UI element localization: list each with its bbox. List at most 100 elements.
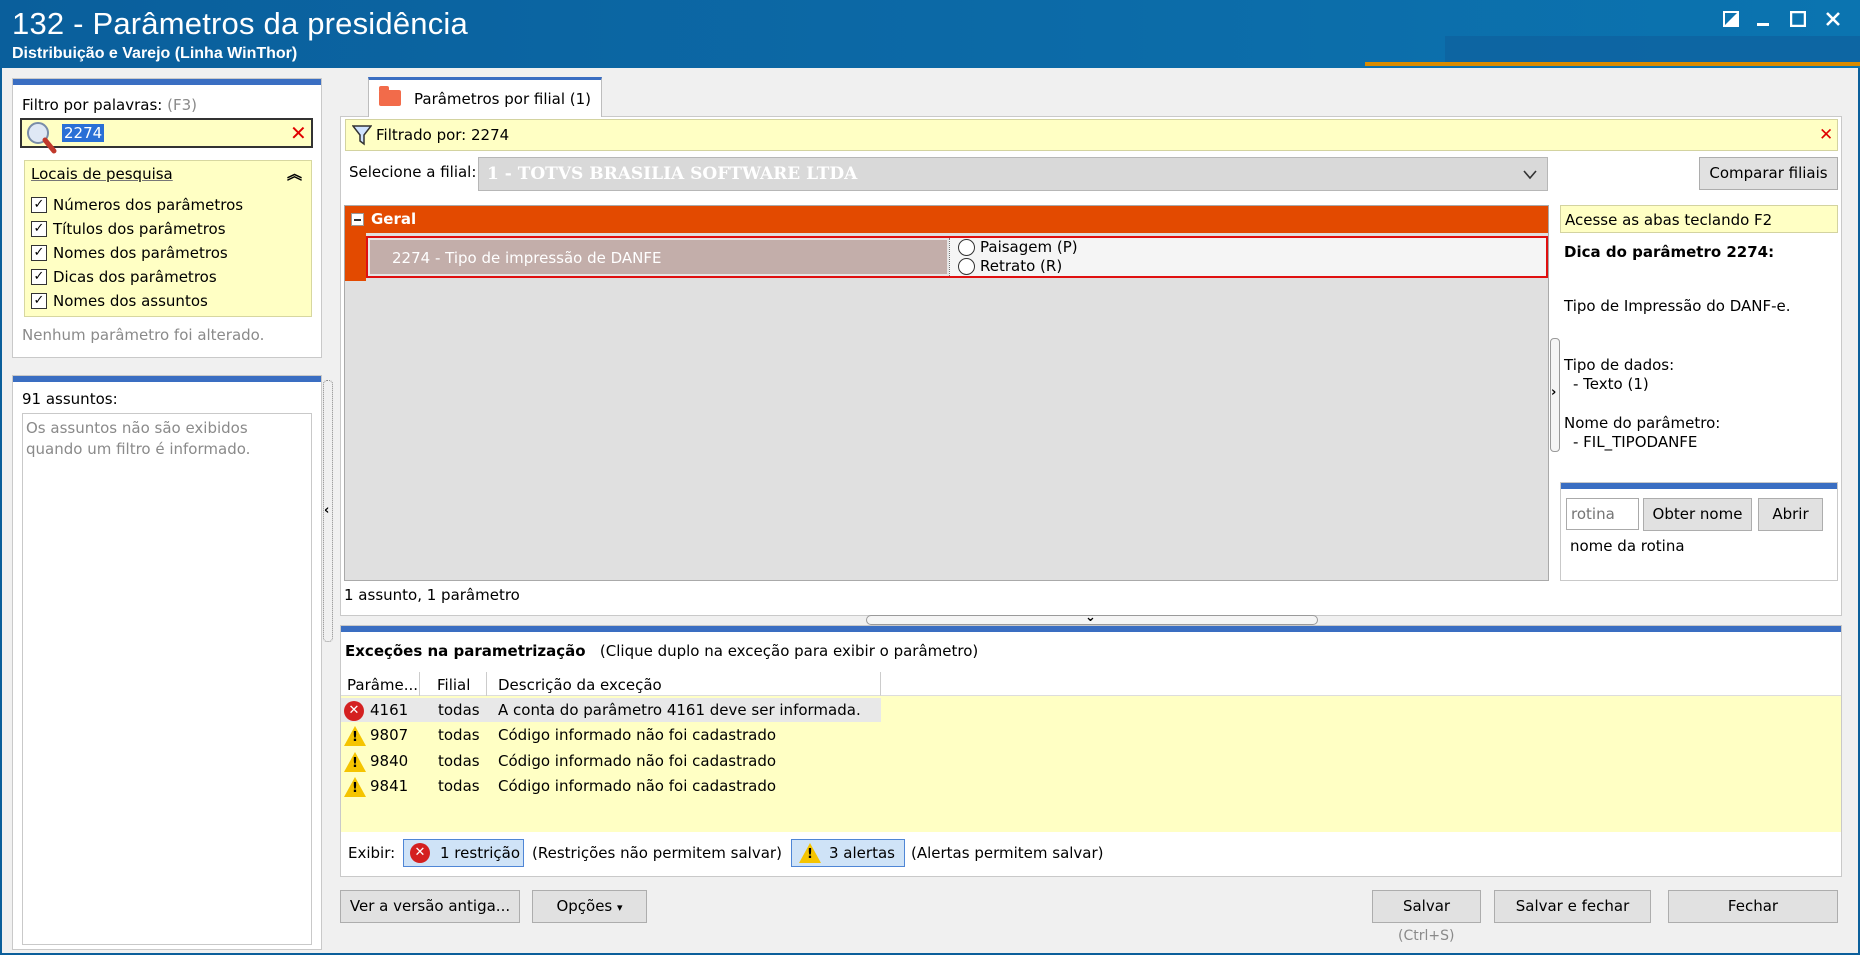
collapse-group-icon[interactable]: [351, 213, 364, 226]
rotina-input[interactable]: [1566, 498, 1639, 530]
excecoes-panel: Exceções na parametrização (Clique duplo…: [340, 625, 1842, 877]
filial-value: 1 - TOTVS BRASILIA SOFTWARE LTDA: [487, 164, 858, 184]
obter-nome-button[interactable]: Obter nome: [1643, 498, 1752, 531]
tip-hint: Acesse as abas teclando F2: [1565, 211, 1773, 229]
group-indent: [345, 233, 366, 281]
rotina-panel: [1560, 482, 1838, 581]
radio-retrato[interactable]: [958, 258, 975, 275]
locais-title: Locais de pesquisa: [31, 165, 173, 183]
title-accent-line: [1365, 62, 1860, 66]
salvar-shortcut: (Ctrl+S): [1398, 928, 1455, 944]
checkbox-icon[interactable]: ✓: [31, 221, 47, 237]
fechar-button[interactable]: Fechar: [1668, 890, 1838, 923]
rotina-name-label: nome da rotina: [1570, 537, 1685, 555]
warning-icon: !: [799, 843, 821, 863]
filter-shortcut: (F3): [167, 96, 198, 114]
tip-paramname-label: Nome do parâmetro:: [1564, 414, 1721, 432]
clear-filter-icon[interactable]: ✕: [290, 121, 307, 145]
opcoes-button[interactable]: Opções ▾: [532, 890, 647, 923]
assuntos-count: 91 assuntos:: [22, 390, 118, 408]
table-row[interactable]: ! 9807 todas Código informado não foi ca…: [341, 723, 1841, 747]
error-icon: ✕: [410, 843, 430, 863]
option-paisagem: Paisagem (P): [980, 238, 1078, 256]
parametros-grid: Geral 2274 - Tipo de impressão de DANFE …: [344, 205, 1549, 581]
title-bar: 132 - Parâmetros da presidência Distribu…: [0, 0, 1860, 68]
chevron-down-icon: [1523, 170, 1537, 180]
search-icon: [27, 122, 57, 154]
salvar-e-fechar-button[interactable]: Salvar e fechar: [1494, 890, 1651, 923]
checkbox-icon[interactable]: ✓: [31, 269, 47, 285]
assuntos-message: Os assuntos não são exibidos quando um f…: [26, 419, 251, 458]
maximize-icon[interactable]: [1785, 8, 1811, 30]
collapse-left-icon[interactable]: ‹: [324, 503, 329, 518]
excecoes-table: Parâme... Filial Descrição da exceção ✕ …: [341, 672, 1841, 832]
param-row-2274[interactable]: 2274 - Tipo de impressão de DANFE Paisag…: [366, 236, 1548, 278]
column-filial[interactable]: Filial: [437, 676, 470, 694]
filter-search-input[interactable]: 2274 ✕: [20, 118, 313, 154]
group-header-geral[interactable]: Geral: [345, 206, 1548, 233]
warning-icon: !: [344, 777, 366, 797]
restricao-note: (Restrições não permitem salvar): [532, 844, 782, 862]
column-parametro[interactable]: Parâme...: [347, 676, 418, 694]
collapse-icon[interactable]: ︽: [287, 163, 302, 184]
group-label: Geral: [371, 210, 417, 228]
window-subtitle: Distribuição e Varejo (Linha WinThor): [12, 45, 298, 62]
grid-summary: 1 assunto, 1 parâmetro: [344, 586, 520, 604]
tip-title: Dica do parâmetro 2274:: [1564, 243, 1775, 261]
panel-accent: [1561, 483, 1837, 489]
title-decoration: [1445, 36, 1860, 62]
filter-label: Filtro por palavras: (F3): [22, 96, 198, 114]
salvar-button[interactable]: Salvar: [1372, 890, 1481, 923]
ver-versao-antiga-button[interactable]: Ver a versão antiga...: [340, 890, 520, 923]
dropdown-arrow-icon: ▾: [617, 901, 623, 914]
tip-description: Tipo de Impressão do DANF-e.: [1564, 297, 1791, 315]
param-name: 2274 - Tipo de impressão de DANFE: [392, 249, 662, 267]
minimize-icon[interactable]: [1750, 8, 1776, 30]
funnel-icon: [352, 125, 372, 146]
filial-label: Selecione a filial:: [349, 163, 477, 181]
tip-datatype-label: Tipo de dados:: [1564, 356, 1675, 374]
chevron-down-icon[interactable]: ⌄: [1085, 610, 1096, 625]
table-row[interactable]: ! 9840 todas Código informado não foi ca…: [341, 749, 1841, 773]
table-row[interactable]: ✕ 4161 todas A conta do parâmetro 4161 d…: [341, 698, 1841, 722]
error-icon: ✕: [344, 701, 364, 721]
window-title: 132 - Parâmetros da presidência: [12, 6, 468, 41]
table-header: Parâme... Filial Descrição da exceção: [341, 672, 881, 696]
assuntos-list[interactable]: Os assuntos não são exibidos quando um f…: [22, 413, 312, 945]
checkbox-icon[interactable]: ✓: [31, 197, 47, 213]
panel-accent: [341, 626, 1841, 632]
param-name-cell: 2274 - Tipo de impressão de DANFE: [368, 238, 949, 276]
folder-icon: [379, 86, 401, 106]
filter-value: 2274: [62, 124, 105, 142]
filter-indicator-text: Filtrado por: 2274: [376, 126, 510, 144]
close-icon[interactable]: [1820, 8, 1846, 30]
locais-pesquisa-box: Locais de pesquisa ︽ ✓ Números dos parâme…: [24, 160, 312, 317]
checkbox-icon[interactable]: ✓: [31, 245, 47, 261]
filter-indicator-bar: Filtrado por: 2274 ✕: [345, 119, 1838, 151]
tip-paramname-value: - FIL_TIPODANFE: [1573, 433, 1698, 451]
checkbox-icon[interactable]: ✓: [31, 293, 47, 309]
restore-icon[interactable]: [1718, 8, 1744, 30]
restricao-toggle-button[interactable]: ✕ 1 restrição: [403, 839, 524, 867]
remove-filter-icon[interactable]: ✕: [1819, 125, 1833, 145]
panel-accent: [13, 79, 321, 85]
alteracao-status: Nenhum parâmetro foi alterado.: [22, 326, 265, 344]
comparar-filiais-button[interactable]: Comparar filiais: [1699, 157, 1838, 190]
abrir-button[interactable]: Abrir: [1758, 498, 1823, 531]
expand-right-icon[interactable]: ›: [1551, 385, 1556, 400]
tip-datatype-value: - Texto (1): [1573, 375, 1649, 393]
panel-accent: [13, 376, 321, 382]
warning-icon: !: [344, 726, 366, 746]
excecoes-header: Exceções na parametrização (Clique duplo…: [345, 642, 979, 660]
alertas-note: (Alertas permitem salvar): [911, 844, 1104, 862]
radio-paisagem[interactable]: [958, 239, 975, 256]
table-row[interactable]: ! 9841 todas Código informado não foi ca…: [341, 774, 1841, 798]
tab-parametros-por-filial[interactable]: Parâmetros por filial (1): [368, 77, 602, 117]
column-descricao[interactable]: Descrição da exceção: [498, 676, 662, 694]
option-retrato: Retrato (R): [980, 257, 1063, 275]
exibir-label: Exibir:: [348, 844, 396, 862]
filial-select[interactable]: 1 - TOTVS BRASILIA SOFTWARE LTDA: [478, 157, 1548, 191]
alertas-toggle-button[interactable]: ! 3 alertas: [791, 839, 905, 867]
cell-divider: [949, 238, 950, 276]
tip-hint-box: Acesse as abas teclando F2: [1560, 205, 1838, 233]
